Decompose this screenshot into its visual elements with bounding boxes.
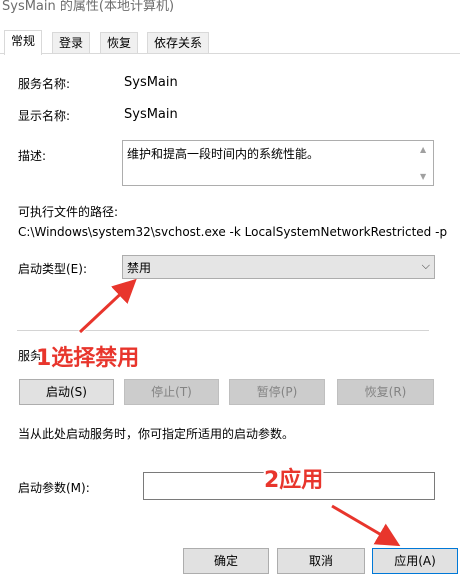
- annotation-step1: 1选择禁用: [36, 346, 140, 371]
- tab-general[interactable]: 常规: [4, 30, 43, 55]
- annotation-arrows: [78, 278, 401, 547]
- annotation-step2: 2应用: [264, 468, 324, 493]
- arrow-to-startup-type: [78, 278, 137, 334]
- arrow-to-apply: [331, 504, 401, 547]
